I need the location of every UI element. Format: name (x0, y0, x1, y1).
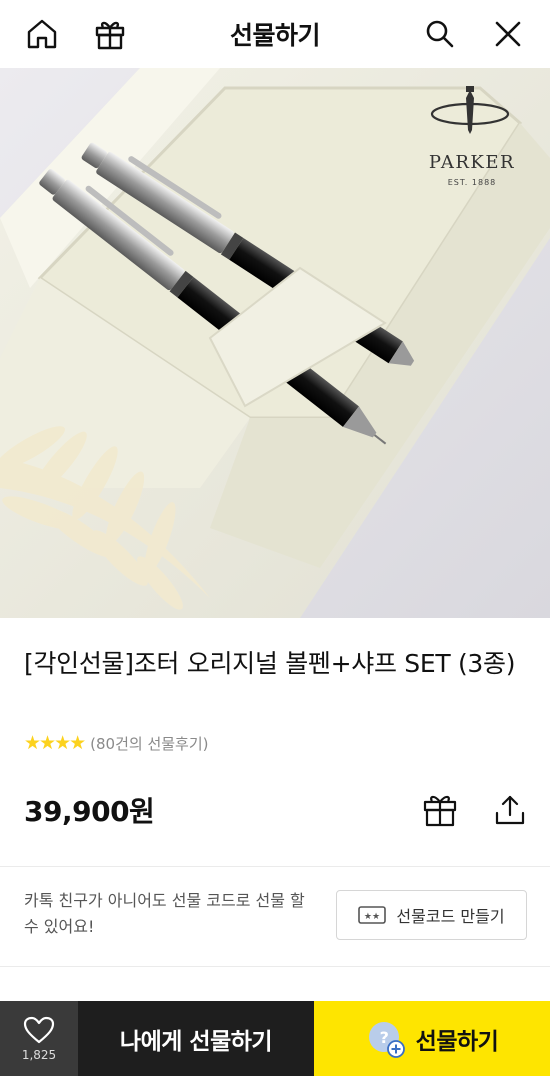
page-title: 선물하기 (229, 21, 321, 50)
ticket-icon: ★★ (358, 906, 387, 924)
svg-text:?: ? (379, 1028, 388, 1047)
send-gift-label: 선물하기 (415, 1028, 499, 1055)
brand-name: PARKER (428, 152, 516, 173)
gift-wish-icon[interactable] (418, 788, 462, 832)
brand-est: EST. 1888 (447, 178, 497, 187)
friend-add-icon: ? (366, 1019, 406, 1059)
create-gift-code-label: 선물코드 만들기 (396, 907, 505, 926)
close-icon[interactable] (488, 14, 528, 54)
review-count[interactable]: (80건의 선물후기) (90, 733, 208, 754)
divider (0, 866, 550, 867)
product-image: PARKER EST. 1888 (0, 68, 550, 618)
divider (0, 966, 550, 967)
top-header: 선물하기 (0, 0, 550, 68)
create-gift-code-button[interactable]: ★★ 선물코드 만들기 (336, 890, 527, 940)
search-icon[interactable] (420, 14, 460, 54)
share-icon[interactable] (488, 788, 532, 832)
bottom-action-bar: 1,825 나에게 선물하기 ? 선물하기 (0, 1001, 550, 1076)
product-price: 39,900원 (24, 795, 155, 828)
home-icon[interactable] (22, 14, 62, 54)
product-name: [각인선물]조터 오리지널 볼펜+샤프 SET (3종) (24, 649, 516, 678)
like-button[interactable]: 1,825 (0, 1001, 78, 1076)
gift-box-icon[interactable] (90, 14, 130, 54)
heart-icon (23, 1016, 55, 1043)
gift-code-info: 카톡 친구가 아니어도 선물 코드로 선물 할 수 있어요! (24, 891, 305, 936)
svg-text:★★: ★★ (364, 912, 380, 922)
star-rating-icon: ★★★★ (24, 732, 86, 754)
like-count: 1,825 (21, 1047, 57, 1062)
rating-row[interactable]: ★★★★ (80건의 선물후기) (24, 732, 209, 754)
gift-to-self-button[interactable]: 나에게 선물하기 (78, 1001, 314, 1076)
send-gift-button[interactable]: ? 선물하기 (314, 1001, 550, 1076)
